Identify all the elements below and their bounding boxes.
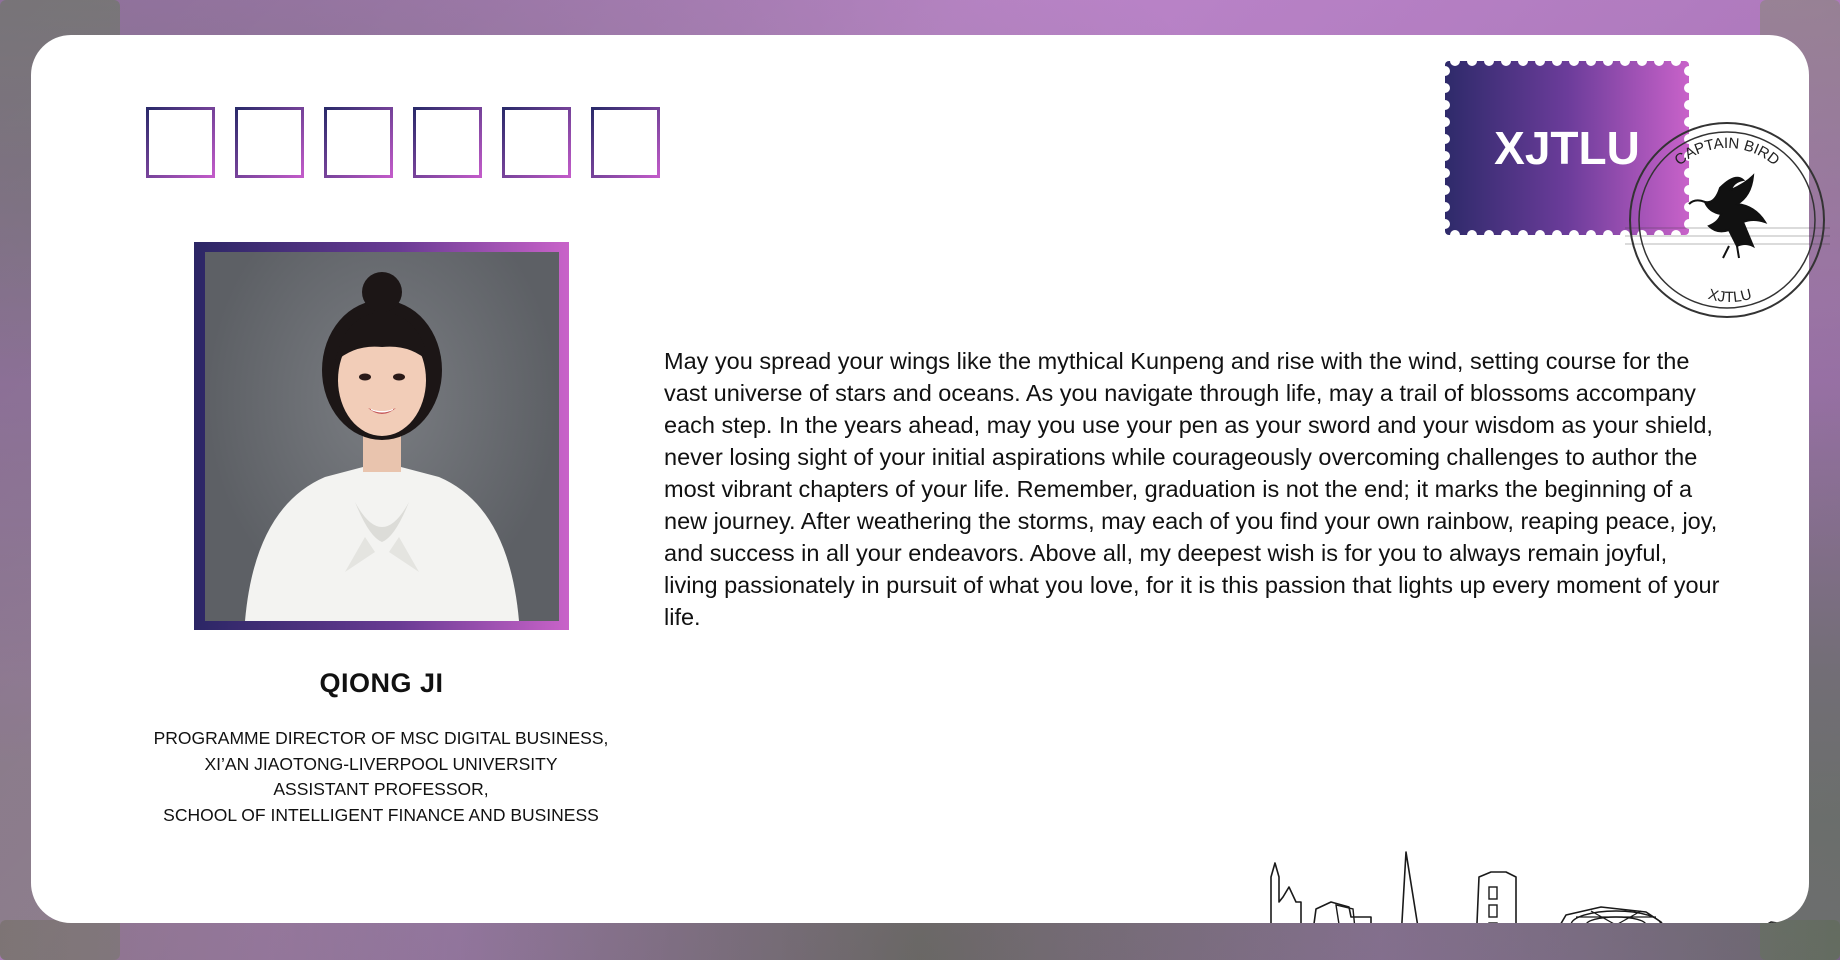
postal-code-box [235,107,304,178]
postmark-seal: CAPTAIN BIRD XJTLU [1625,122,1830,318]
postal-code-boxes [146,107,660,178]
postal-code-box [146,107,215,178]
title-line: XI’AN JIAOTONG-LIVERPOOL UNIVERSITY [204,753,558,774]
person-name: QIONG JI [319,668,444,698]
portrait-illustration [245,272,519,621]
title-line: PROGRAMME DIRECTOR OF MSC DIGITAL BUSINE… [153,728,609,748]
postal-code-box [413,107,482,178]
person-titles: PROGRAMME DIRECTOR OF MSC DIGITAL BUSINE… [141,726,621,828]
campus-skyline-drawing [1270,851,1782,923]
postal-code-box [502,107,571,178]
seal-top-text: CAPTAIN BIRD [1671,135,1782,169]
portrait-frame [194,242,569,630]
background-greenery [0,920,1840,960]
portrait-photo [205,252,559,621]
postal-code-box [324,107,393,178]
title-line: ASSISTANT PROFESSOR, [273,779,489,799]
liver-bird-icon [1688,173,1768,259]
seal-bottom-text: XJTLU [1706,286,1753,306]
postal-code-box [591,107,660,178]
graduation-message: May you spread your wings like the mythi… [664,348,1720,630]
title-line: SCHOOL OF INTELLIGENT FINANCE AND BUSINE… [163,804,599,825]
